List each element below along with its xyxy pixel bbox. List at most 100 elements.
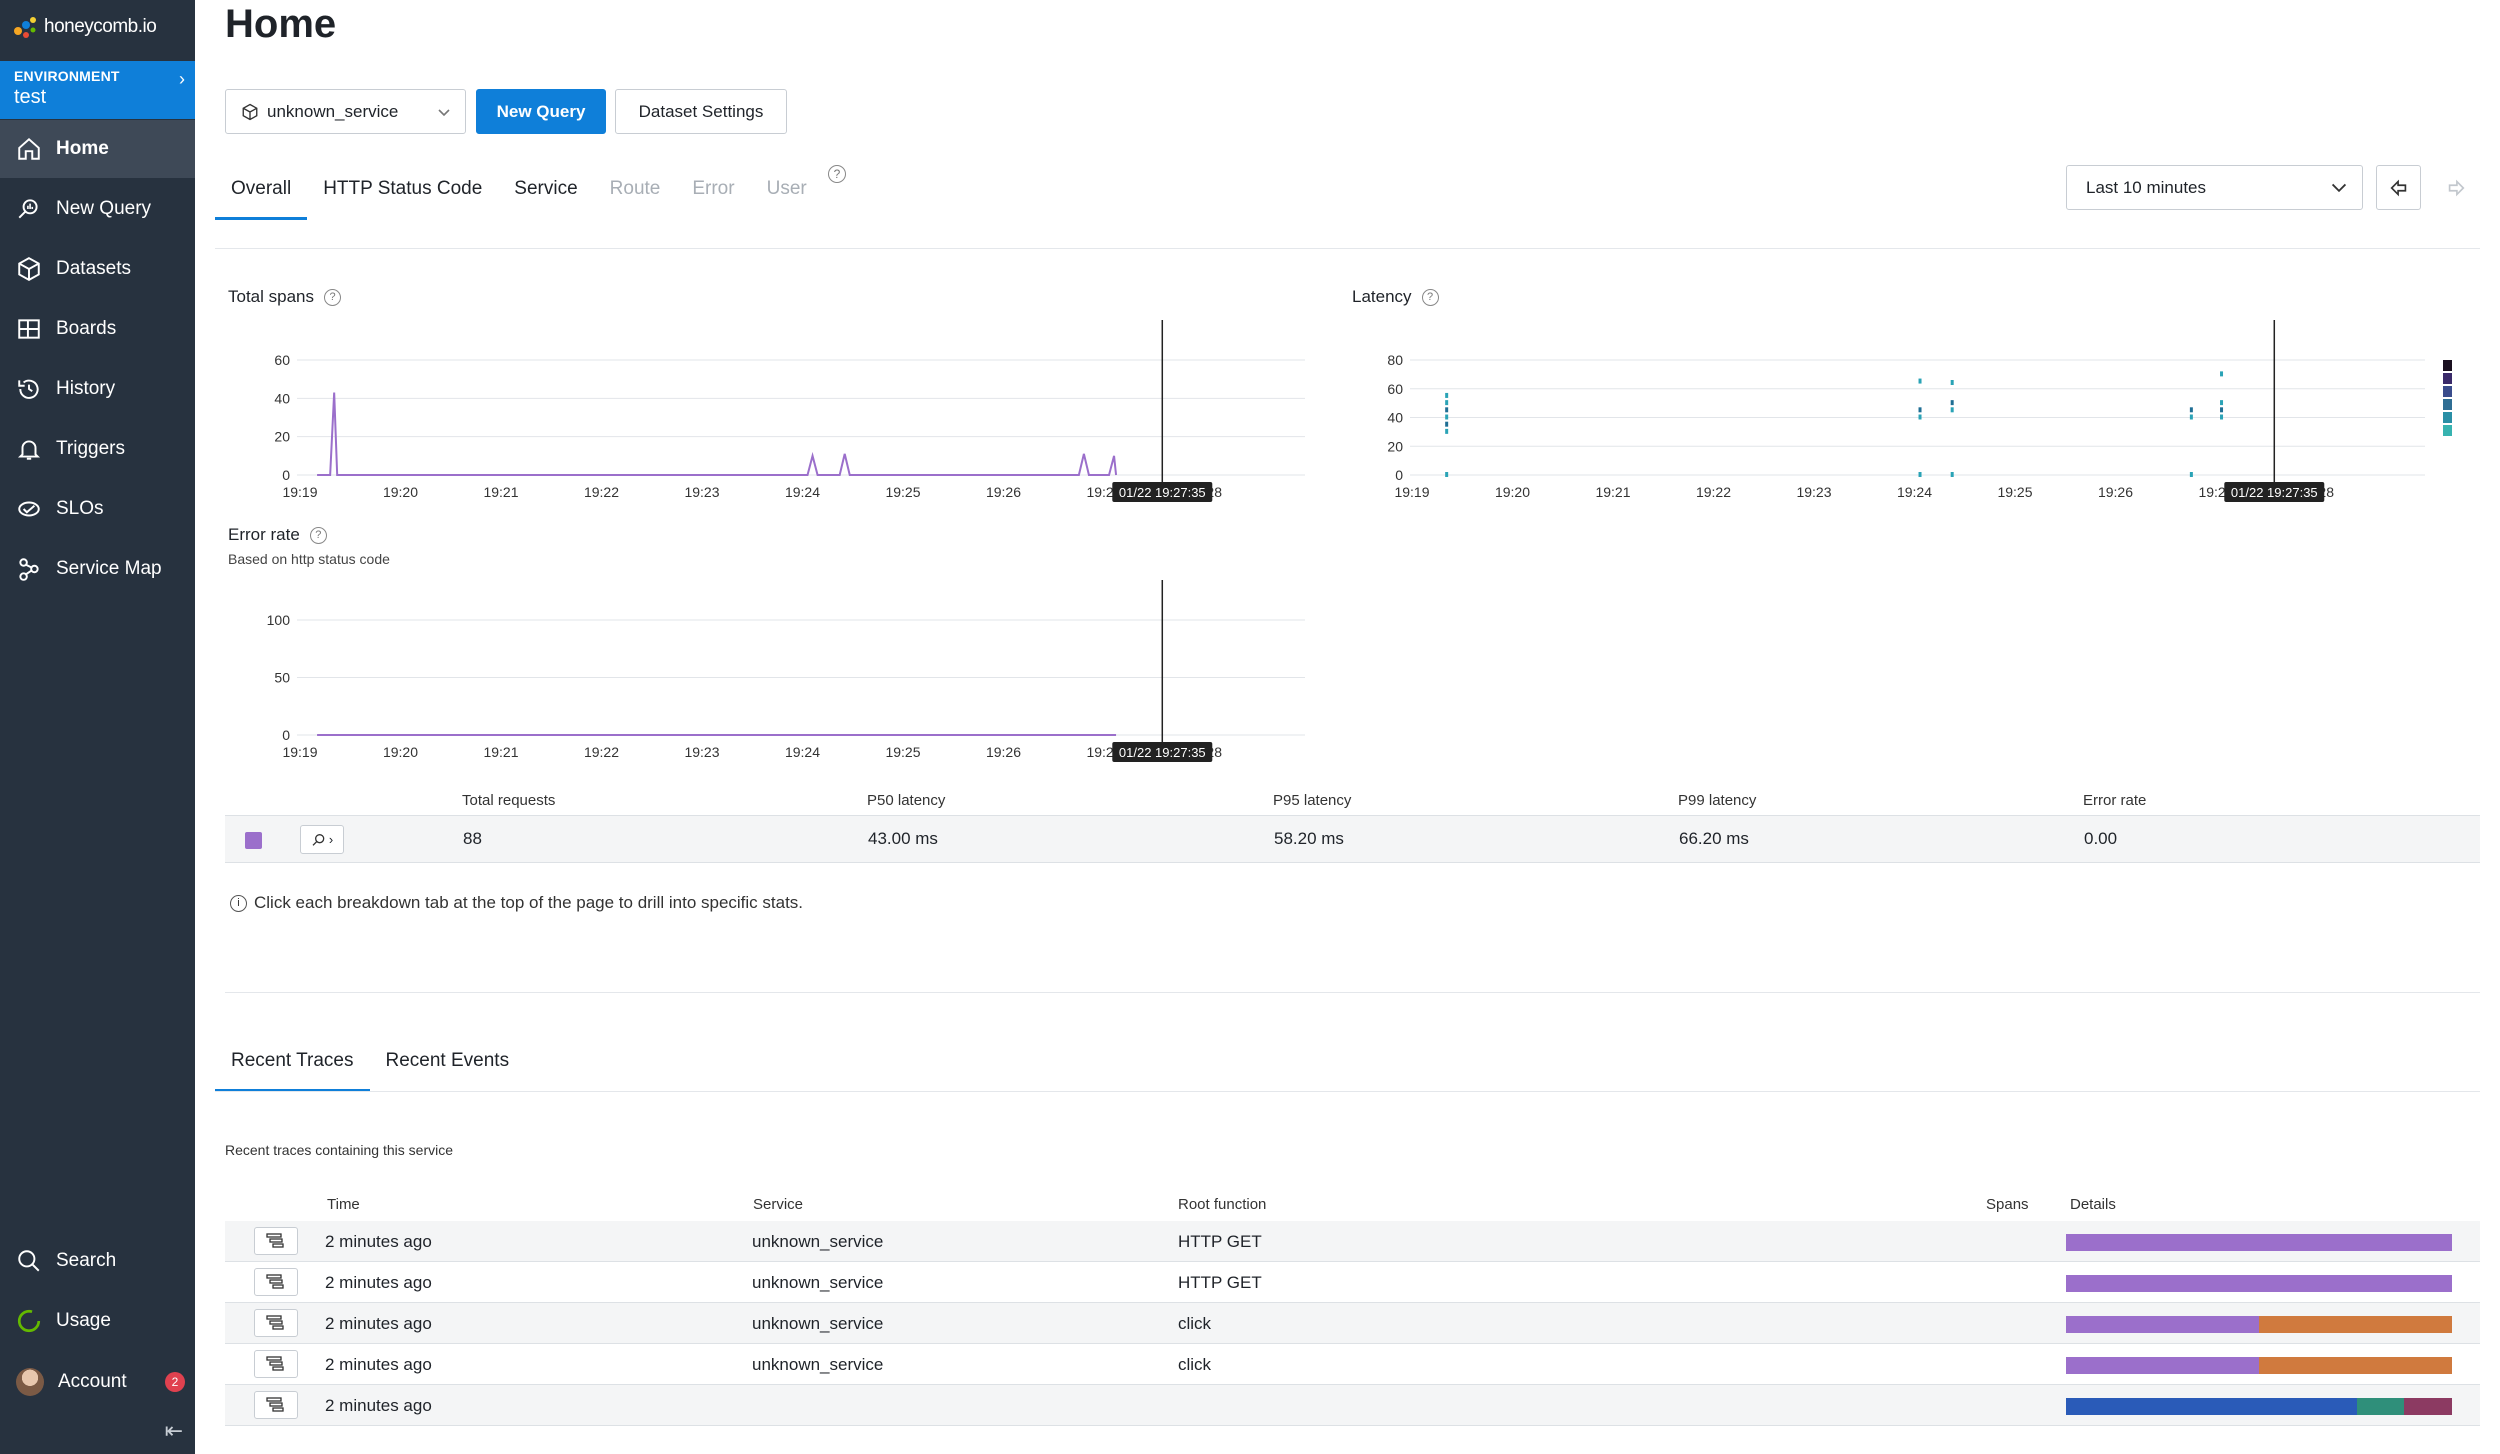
tab-overall[interactable]: Overall: [215, 158, 308, 220]
tab-recent-traces[interactable]: Recent Traces: [215, 1030, 370, 1092]
x-tick-label: 19:22: [1696, 484, 1731, 500]
chart-title-text: Latency: [1352, 287, 1412, 306]
heatmap-cell: [2220, 400, 2224, 406]
trace-waterfall-icon[interactable]: [254, 1350, 298, 1378]
sidebar-item-slos[interactable]: SLOs: [0, 480, 195, 538]
time-forward-button[interactable]: [2433, 165, 2478, 210]
tab-service[interactable]: Service: [498, 158, 593, 220]
sidebar-item-new-query[interactable]: New Query: [0, 180, 195, 238]
heatmap-cell: [1918, 378, 1922, 384]
table-row[interactable]: 2 minutes agounknown_serviceclick2: [225, 1303, 2480, 1344]
trace-time: 2 minutes ago: [325, 1273, 432, 1292]
dataset-settings-button[interactable]: Dataset Settings: [615, 89, 787, 134]
cursor-label: 01/22 19:27:35: [2231, 485, 2318, 500]
sidebar-item-datasets[interactable]: Datasets: [0, 240, 195, 298]
environment-selector[interactable]: ENVIRONMENT test ›: [0, 61, 195, 119]
service-select[interactable]: unknown_service: [225, 89, 466, 134]
help-icon[interactable]: ?: [1421, 288, 1439, 306]
home-icon: [18, 137, 40, 160]
heatmap-cell: [2220, 407, 2224, 413]
table-row[interactable]: 2 minutes agounknown_serviceclick2: [225, 1344, 2480, 1385]
tab-error[interactable]: Error: [676, 158, 750, 220]
sidebar-item-label: Usage: [56, 1310, 111, 1331]
legend-swatch: [2443, 373, 2452, 384]
sidebar-item-history[interactable]: History: [0, 360, 195, 418]
sidebar-item-boards[interactable]: Boards: [0, 300, 195, 358]
help-icon[interactable]: ?: [309, 526, 327, 544]
table-row[interactable]: 2 minutes agounknown_serviceHTTP GET1: [225, 1262, 2480, 1303]
environment-name: test: [14, 86, 47, 108]
sidebar-item-usage[interactable]: Usage: [0, 1292, 195, 1350]
heatmap-cell: [1950, 407, 1954, 413]
tab-recent-events[interactable]: Recent Events: [370, 1030, 526, 1092]
divider: [215, 1091, 2480, 1092]
trace-details-bar[interactable]: [2066, 1398, 2452, 1415]
time-back-button[interactable]: [2376, 165, 2421, 210]
sidebar-item-label: History: [56, 378, 116, 399]
col-details: Details: [2070, 1196, 2116, 1213]
x-tick-label: 19:25: [885, 744, 920, 760]
trace-waterfall-icon[interactable]: [254, 1268, 298, 1296]
trace-service: unknown_service: [752, 1355, 884, 1374]
error-rate-chart[interactable]: 0 50 100 19:19 19:20 19:21 19:22 19:23 19:24 19:2…: [230, 580, 1320, 770]
sidebar-item-label: Datasets: [56, 258, 131, 279]
table-row[interactable]: 2 minutes ago80: [225, 1385, 2480, 1426]
trace-bar-segment: [2259, 1357, 2452, 1374]
service-select-value: unknown_service: [267, 101, 399, 121]
x-tick-label: 19:24: [1897, 484, 1932, 500]
help-icon[interactable]: ?: [324, 288, 341, 306]
total-spans-chart[interactable]: 0 20 40 60 19:19 19:20 19:21 19:22 19:23 19:24 19:…: [230, 320, 1320, 510]
stats-col-p99: P99 latency: [1678, 792, 1757, 809]
y-tick-label: 60: [1387, 381, 1403, 397]
help-icon[interactable]: ?: [828, 165, 846, 183]
trace-root-function: click: [1178, 1355, 1212, 1374]
heatmap-cell: [1445, 472, 1449, 477]
sidebar-item-search[interactable]: Search: [0, 1232, 195, 1290]
query-series-button[interactable]: ›: [300, 825, 344, 854]
latency-heatmap[interactable]: 0 20 40 60 80 19:19 19:20 19:21 19:22 19:23 19:24 1…: [1355, 320, 2475, 510]
divider: [225, 992, 2480, 993]
trace-bar-segment: [2259, 1316, 2452, 1333]
logo[interactable]: honeycomb.io: [12, 14, 157, 40]
tab-user[interactable]: User: [751, 158, 823, 220]
trace-details-bar[interactable]: [2066, 1234, 2452, 1251]
recent-tabs: Recent Traces Recent Events: [215, 1030, 525, 1092]
tab-route[interactable]: Route: [594, 158, 677, 220]
collapse-sidebar-icon[interactable]: ⇤: [165, 1418, 183, 1444]
sidebar-item-account[interactable]: Account 2: [0, 1353, 195, 1411]
table-row[interactable]: 2 minutes agounknown_serviceHTTP GET1: [225, 1221, 2480, 1262]
legend-swatch: [2443, 412, 2452, 423]
col-time: Time: [327, 1196, 360, 1213]
trace-root-function: HTTP GET: [1178, 1273, 1262, 1292]
trace-details-bar[interactable]: [2066, 1316, 2452, 1333]
trace-bar-segment: [2066, 1234, 2452, 1251]
avatar: [16, 1368, 44, 1396]
new-query-button[interactable]: New Query: [476, 89, 606, 134]
sidebar-item-service-map[interactable]: Service Map: [0, 540, 195, 598]
cube-icon: [242, 103, 258, 120]
trace-waterfall-icon[interactable]: [254, 1309, 298, 1337]
x-tick-label: 19:22: [584, 744, 619, 760]
sidebar-item-label: Home: [56, 138, 109, 159]
x-tick-label: 19:20: [383, 484, 418, 500]
trace-details-bar[interactable]: [2066, 1275, 2452, 1292]
trace-waterfall-icon[interactable]: [254, 1391, 298, 1419]
stat-p95: 58.20 ms: [1274, 829, 1344, 848]
service-map-icon: [19, 558, 39, 581]
stat-total-requests: 88: [463, 829, 482, 848]
arrow-forward-icon: [2448, 179, 2465, 196]
total-spans-title: Total spans ?: [228, 287, 341, 307]
heatmap-cell: [1950, 380, 1954, 385]
sidebar-item-triggers[interactable]: Triggers: [0, 420, 195, 478]
info-icon: i: [230, 894, 247, 912]
y-tick-label: 100: [267, 612, 291, 628]
trace-details-bar[interactable]: [2066, 1357, 2452, 1374]
heatmap-cell: [2189, 407, 2193, 413]
trace-root-function: click: [1178, 1314, 1212, 1333]
x-tick-label: 19:23: [684, 744, 719, 760]
time-range-select[interactable]: Last 10 minutes: [2066, 165, 2363, 210]
trace-waterfall-icon[interactable]: [254, 1227, 298, 1255]
tab-http-status-code[interactable]: HTTP Status Code: [307, 158, 498, 220]
sidebar-item-home[interactable]: Home: [0, 120, 195, 178]
stats-col-p50: P50 latency: [867, 792, 946, 809]
